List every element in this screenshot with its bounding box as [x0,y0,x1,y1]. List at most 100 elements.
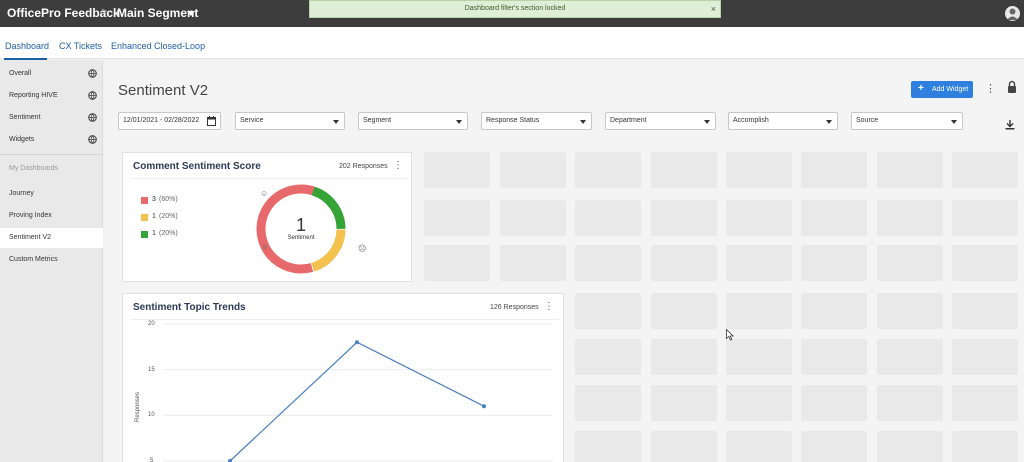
legend-swatch [141,231,148,238]
segment-filter[interactable]: Segment [358,112,468,130]
widget-placeholder [500,245,566,281]
sidebar-item-label: Reporting HIVE [9,92,58,99]
widget-placeholder [424,245,490,281]
widget-placeholder [575,245,641,281]
main-content: Sentiment V2 + Add Widget ⋮ 12/01/2021 -… [104,60,1024,462]
chevron-down-icon [951,120,957,124]
chevron-down-icon [580,120,586,124]
widget-placeholder [952,152,1018,188]
sidebar-divider [0,154,103,155]
widget-placeholder [651,152,717,188]
widget-placeholder [877,293,943,329]
card-divider [131,178,407,179]
accomplish-filter[interactable]: Accomplish [728,112,838,130]
widget-placeholder [952,245,1018,281]
mouse-cursor-icon [726,329,734,341]
user-icon [1007,8,1018,20]
sidebar-item-label: Custom Metrics [9,256,58,263]
chevron-down-icon [456,120,462,124]
widget-placeholder [651,200,717,236]
sidebar-item-overall[interactable]: Overall [0,64,103,84]
sidebar-item-widgets[interactable]: Widgets [0,130,103,150]
department-filter[interactable]: Department [605,112,716,130]
widget-placeholder [801,245,867,281]
globe-icon [88,69,97,78]
widget-placeholder [801,431,867,462]
legend-swatch [141,197,148,204]
widget-placeholder [877,339,943,375]
close-icon[interactable]: × [711,1,716,17]
widget-placeholder [801,200,867,236]
widget-placeholder [801,339,867,375]
data-point[interactable] [355,340,359,345]
topic-trends-card: Sentiment Topic Trends 126 Responses ⋮ 2… [122,293,564,462]
widget-placeholder [500,152,566,188]
breadcrumb-separator: > [101,6,108,18]
widget-placeholder [575,385,641,421]
response-status-filter[interactable]: Response Status [481,112,592,130]
top-bar: OfficePro Feedback > Main Segment Dashbo… [0,0,1024,27]
card-menu-icon[interactable]: ⋮ [393,160,403,171]
user-avatar[interactable] [1005,6,1020,21]
service-filter[interactable]: Service [235,112,345,130]
date-range-filter[interactable]: 12/01/2021 - 02/28/2022 [118,112,221,130]
widget-placeholder [952,200,1018,236]
sidebar-item-sentiment-v2[interactable]: Sentiment V2 [0,228,103,248]
source-filter-label: Source [856,117,879,124]
more-options-icon[interactable]: ⋮ [985,82,996,96]
neutral-face-icon: ☺ [261,242,270,251]
widget-placeholder [877,431,943,462]
main-tabs: Dashboard CX Tickets Enhanced Closed-Loo… [0,27,1024,60]
globe-icon [88,135,97,144]
lock-notification: Dashboard filter's section locked × [309,0,721,18]
calendar-icon [207,116,216,126]
sidebar-item-sentiment[interactable]: Sentiment [0,108,103,128]
source-filter[interactable]: Source [851,112,963,130]
legend-count: 3 [152,196,156,203]
sidebar-item-custom-metrics[interactable]: Custom Metrics [0,250,103,270]
segment-filter-label: Segment [363,117,392,124]
legend-count: 1 [152,213,156,220]
sidebar-item-journey[interactable]: Journey [0,184,103,204]
widget-placeholder [575,152,641,188]
widget-placeholder [877,385,943,421]
sidebar-item-label: Sentiment V2 [9,234,52,241]
card-title: Comment Sentiment Score [133,161,261,172]
tab-enhanced-closed-loop[interactable]: Enhanced Closed-Loop [111,41,205,51]
globe-icon [88,91,97,100]
widget-placeholder [726,200,792,236]
widget-placeholder [726,245,792,281]
widget-placeholder [726,339,792,375]
tab-dashboard[interactable]: Dashboard [5,41,49,51]
legend-swatch [141,214,148,221]
response-count: 202 Responses [339,163,388,170]
comment-sentiment-card: Comment Sentiment Score 202 Responses ⋮ … [122,152,412,282]
department-filter-label: Department [610,117,647,124]
legend-percent: (20%) [159,213,178,220]
widget-placeholder [651,293,717,329]
widget-placeholder [651,245,717,281]
download-icon[interactable] [1005,120,1015,130]
sidebar: Overall Reporting HIVE Sentiment Widgets… [0,60,103,462]
tab-cx-tickets[interactable]: CX Tickets [59,41,102,51]
widget-placeholder [726,152,792,188]
widget-placeholder [877,200,943,236]
series-line [229,341,485,462]
sad-face-icon: ☹ [358,244,367,253]
widget-placeholder [575,200,641,236]
chevron-down-icon[interactable] [187,11,195,16]
sidebar-item-reporting-hive[interactable]: Reporting HIVE [0,86,103,106]
add-widget-button[interactable]: + Add Widget [911,81,973,98]
sidebar-item-label: Proving Index [9,212,52,219]
widget-placeholder [651,385,717,421]
lock-icon[interactable] [1007,80,1017,94]
page-title: Sentiment V2 [118,82,209,99]
widget-placeholder [575,339,641,375]
widget-placeholder [952,293,1018,329]
widget-placeholder [651,431,717,462]
widget-placeholder [726,385,792,421]
response-status-filter-label: Response Status [486,117,540,124]
sidebar-item-proving-index[interactable]: Proving Index [0,206,103,226]
widget-placeholder [726,431,792,462]
data-point[interactable] [482,404,486,409]
